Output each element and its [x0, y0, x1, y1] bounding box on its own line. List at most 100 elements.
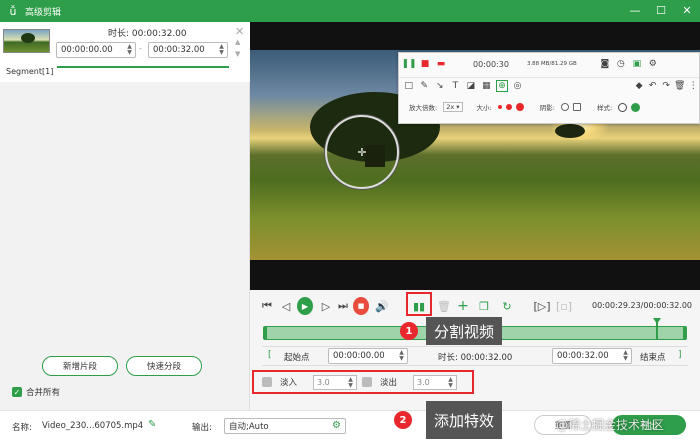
mark-out-icon[interactable]: [▫] — [556, 297, 572, 315]
quick-split-button[interactable]: 快速分段 — [126, 356, 202, 376]
blur-tool-icon[interactable]: ▦ — [481, 80, 493, 92]
timeline-playhead[interactable] — [653, 318, 661, 340]
timeline-start-handle[interactable] — [264, 327, 267, 339]
segment-thumbnail[interactable] — [3, 29, 50, 53]
end-point-button[interactable]: 结束点 — [640, 351, 666, 363]
clock-icon[interactable]: ◷ — [615, 58, 627, 70]
minus-icon[interactable]: ▬ — [435, 58, 447, 70]
range-start-input[interactable]: 00:00:00.00 ▲ ▼ — [328, 348, 408, 364]
timeline-end-handle[interactable] — [683, 327, 686, 339]
zoom-select[interactable]: 2x ▾ — [443, 102, 463, 112]
pause-icon[interactable]: ❚❚ — [401, 58, 416, 70]
fade-in-value: 3.0 — [317, 377, 330, 387]
edit-name-icon[interactable]: ✎ — [148, 419, 156, 430]
size-large-dot[interactable] — [515, 103, 524, 111]
fade-in-group: 淡入 3.0 ▲ ▼ — [262, 373, 358, 391]
magnifier-lens[interactable]: ✛ — [325, 115, 399, 189]
record-stop-icon[interactable]: ■ — [419, 58, 431, 70]
spinner-icon[interactable]: ▲ ▼ — [218, 44, 225, 57]
stop-button[interactable]: ■ — [353, 297, 369, 315]
delete-icon[interactable]: 🗑 — [436, 297, 452, 315]
eraser-icon[interactable]: ◆ — [633, 80, 645, 92]
close-icon[interactable]: ✕ — [680, 3, 694, 17]
size-small-dot[interactable] — [497, 105, 502, 109]
magnifier-label: 放大倍数: — [409, 104, 438, 112]
magnifier-tool-icon[interactable]: ⊕ — [496, 79, 508, 92]
title-bar: ǚ 高级剪辑 — ☐ ✕ — [0, 0, 700, 22]
reset-icon[interactable]: ↻ — [499, 297, 515, 315]
watermark: @稀土掘金技术社区 — [556, 418, 665, 432]
spinner-icon[interactable]: ▲ ▼ — [347, 376, 354, 390]
output-select[interactable]: 自动;Auto ⚙ — [224, 418, 346, 434]
redo-icon[interactable]: ↷ — [660, 80, 672, 92]
merge-all-label: 合并所有 — [26, 388, 61, 398]
spotlight-tool-icon[interactable]: ◎ — [512, 80, 524, 92]
range-start-value: 00:00:00.00 — [333, 351, 385, 361]
shadow-square-icon[interactable] — [572, 103, 581, 111]
segment-close-icon[interactable]: ✕ — [235, 25, 244, 38]
spinner-icon[interactable]: ▲ ▼ — [126, 44, 133, 57]
fade-out-checkbox[interactable] — [362, 377, 372, 387]
time-display: 00:00:29.23/00:00:32.00 — [592, 301, 692, 310]
split-video-icon[interactable]: ▮▮ — [411, 297, 427, 315]
crosshair-icon: ✛ — [357, 145, 367, 159]
text-tool-icon[interactable]: T — [450, 80, 462, 92]
end-bracket-icon[interactable]: ] — [678, 350, 682, 360]
callout-text: 添加特效 — [426, 401, 503, 439]
settings-icon[interactable]: ⚙ — [332, 420, 341, 431]
more-icon[interactable]: ⋮ — [687, 80, 699, 92]
fade-out-input[interactable]: 3.0 ▲ ▼ — [413, 374, 458, 390]
start-point-button[interactable]: 起始点 — [284, 351, 310, 363]
style-two-icon[interactable] — [631, 102, 641, 112]
spinner-icon[interactable]: ▲ ▼ — [398, 350, 405, 363]
add-icon[interactable]: + — [455, 297, 471, 315]
arrow-tool-icon[interactable]: ↘ — [434, 80, 446, 92]
skip-start-icon[interactable]: ⏮ — [259, 297, 275, 315]
size-medium-dot[interactable] — [505, 104, 512, 110]
prev-frame-icon[interactable]: ◁ — [278, 297, 294, 315]
range-end-value: 00:00:32.00 — [557, 351, 609, 361]
shadow-round-icon[interactable] — [560, 103, 569, 111]
segment-start-value: 00:00:00.00 — [61, 45, 113, 55]
rectangle-tool-icon[interactable]: □ — [403, 80, 415, 92]
segment-end-input[interactable]: 00:00:32.00 ▲ ▼ — [148, 42, 228, 58]
output-value: 自动;Auto — [229, 422, 269, 432]
merge-all-checkbox[interactable]: ✓ — [12, 387, 22, 397]
style-one-icon[interactable] — [618, 102, 628, 112]
callout-number: 2 — [394, 411, 412, 429]
segment-start-input[interactable]: 00:00:00.00 ▲ ▼ — [56, 42, 136, 58]
delete-icon[interactable]: 🗑 — [674, 80, 686, 92]
spinner-icon[interactable]: ▲ ▼ — [622, 350, 629, 363]
next-frame-icon[interactable]: ▷ — [318, 297, 334, 315]
name-label: 名称: — [12, 423, 32, 433]
minimize-icon[interactable]: — — [628, 3, 642, 17]
recording-time: 00:00:30 — [473, 59, 509, 69]
new-segment-button[interactable]: 新增片段 — [42, 356, 118, 376]
skip-end-icon[interactable]: ⏭ — [335, 297, 351, 315]
pen-tool-icon[interactable]: ✎ — [419, 80, 431, 92]
camera-icon[interactable]: ◙ — [599, 58, 611, 70]
play-button[interactable]: ▶ — [297, 297, 313, 315]
volume-icon[interactable]: 🔊 — [374, 297, 390, 315]
segment-up-icon[interactable]: ▲ — [235, 38, 240, 46]
undo-icon[interactable]: ↶ — [647, 80, 659, 92]
segment-duration: 时长: 00:00:32.00 — [108, 29, 187, 39]
segment-down-icon[interactable]: ▼ — [235, 50, 240, 58]
mark-in-icon[interactable]: [▷] — [533, 297, 550, 315]
size-label: 大小: — [476, 104, 492, 112]
fade-in-checkbox[interactable] — [262, 377, 272, 387]
fade-in-input[interactable]: 3.0 ▲ ▼ — [313, 374, 358, 390]
toolbox-icon[interactable]: ▣ — [631, 58, 643, 70]
output-label: 输出: — [192, 423, 212, 433]
copy-icon[interactable]: ❐ — [476, 297, 492, 315]
segment-label: Segment[1] — [6, 67, 54, 76]
highlight-tool-icon[interactable]: ◪ — [465, 80, 477, 92]
callout-effects: 2 添加特效 — [394, 401, 503, 439]
recorder-toolbar: ❚❚ ■ ▬ 00:00:30 3.88 MB/81.29 GB ◙ ◷ ▣ ⚙… — [398, 52, 700, 124]
start-bracket-icon[interactable]: [ — [268, 350, 272, 360]
range-end-input[interactable]: 00:00:32.00 ▲ ▼ — [552, 348, 632, 364]
settings-icon[interactable]: ⚙ — [647, 58, 659, 70]
spinner-icon[interactable]: ▲ ▼ — [447, 376, 454, 390]
maximize-icon[interactable]: ☐ — [654, 3, 668, 17]
callout-number: 1 — [400, 322, 418, 340]
